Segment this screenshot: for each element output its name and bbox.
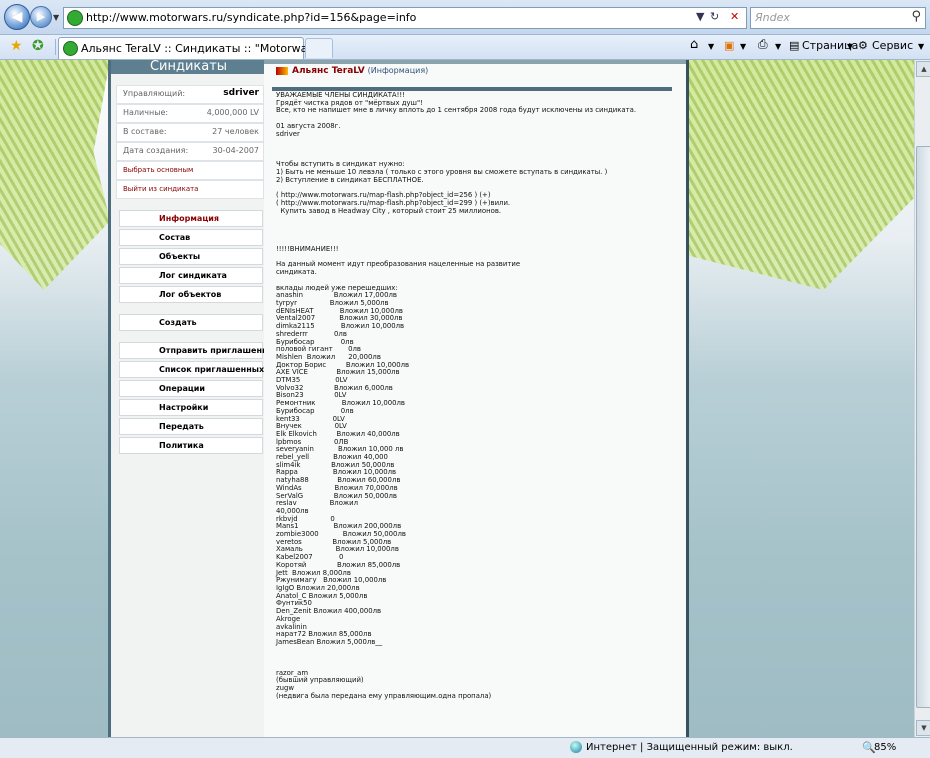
info-row-manager: Управляющий: sdriver [116, 85, 264, 104]
print-dropdown-icon[interactable]: ▼ [775, 42, 781, 51]
sidebar-title: Синдикаты [111, 60, 266, 74]
internet-zone-icon [570, 741, 582, 753]
search-icon[interactable]: ⚲ [911, 9, 921, 24]
info-key: Наличные: [123, 108, 169, 117]
set-main-link[interactable]: Выбрать основным [116, 161, 264, 180]
tools-menu[interactable]: Сервис [872, 39, 913, 52]
home-icon[interactable]: ⌂ [690, 37, 698, 52]
info-key: В составе: [123, 127, 167, 136]
menu-settings[interactable]: Настройки [119, 399, 263, 416]
menu-create[interactable]: Создать [119, 314, 263, 331]
vertical-scrollbar[interactable]: ▲ ▼ [914, 60, 930, 737]
link-label[interactable]: Выбрать основным [123, 166, 193, 174]
address-url[interactable]: http://www.motorwars.ru/syndicate.php?id… [86, 11, 416, 24]
content-top-strip [264, 60, 688, 64]
scroll-down-arrow-icon[interactable]: ▼ [916, 720, 930, 736]
browser-toolbar: ◀ ▶ ▼ http://www.motorwars.ru/syndicate.… [0, 0, 930, 35]
leave-syndicate-link[interactable]: Выйти из синдиката [116, 180, 264, 199]
link-label[interactable]: Выйти из синдиката [123, 185, 198, 193]
content-title: Альянс TeraLV [292, 66, 365, 76]
stop-icon[interactable]: ✕ [730, 10, 739, 23]
menu-operations[interactable]: Операции [119, 380, 263, 397]
grass-decoration-left [0, 60, 110, 290]
print-icon[interactable]: ⎙ [758, 37, 768, 52]
site-favicon-icon [67, 10, 83, 26]
status-bar: Интернет | Защищенный режим: выкл. 🔍 85% [0, 737, 930, 758]
info-key: Управляющий: [123, 89, 186, 98]
tab-active[interactable]: Альянс TeraLV :: Синдикаты :: "Motorwars… [58, 37, 323, 59]
page-icon: ▤ [789, 39, 800, 52]
tab-bar: ★ ✪ Альянс TeraLV :: Синдикаты :: "Motor… [0, 35, 930, 60]
info-row-cash: Наличные: 4,000,000 LV [116, 104, 264, 123]
menu-objects[interactable]: Объекты [119, 248, 263, 265]
menu-send-invite[interactable]: Отправить приглашение [119, 342, 273, 359]
info-key: Дата создания: [123, 146, 189, 155]
forward-button[interactable]: ▶ [30, 6, 52, 28]
new-tab-button[interactable] [305, 38, 333, 58]
address-bar[interactable]: http://www.motorwars.ru/syndicate.php?id… [63, 7, 747, 29]
security-zone-text: Интернет | Защищенный режим: выкл. [586, 742, 793, 753]
info-value: sdriver [223, 88, 259, 98]
info-value: 4,000,000 LV [206, 108, 259, 117]
arrow-left-icon: ◀ [11, 9, 23, 25]
page-viewport: Синдикаты Управляющий: sdriver Наличные:… [0, 60, 914, 737]
search-box[interactable]: Яndex ⚲ [750, 7, 926, 29]
home-dropdown-icon[interactable]: ▼ [708, 42, 714, 51]
menu-politics[interactable]: Политика [119, 437, 263, 454]
address-dropdown-icon[interactable]: ▼ [696, 10, 704, 23]
scroll-up-arrow-icon[interactable]: ▲ [916, 61, 930, 77]
feeds-dropdown-icon[interactable]: ▼ [740, 42, 746, 51]
zoom-level[interactable]: 85% [874, 742, 896, 753]
info-value: 27 человек [212, 127, 259, 136]
tab-title: Альянс TeraLV :: Синдикаты :: "Motorwars… [81, 42, 323, 55]
back-button[interactable]: ◀ [4, 4, 30, 30]
history-dropdown-icon[interactable]: ▼ [53, 13, 59, 22]
tab-favicon-icon [63, 41, 78, 56]
content-header: Альянс TeraLV (Информация) [276, 66, 428, 76]
content-subtitle: (Информация) [367, 66, 429, 75]
alliance-flag-icon [276, 66, 288, 75]
menu-syndicate-log[interactable]: Лог синдиката [119, 267, 263, 284]
favorites-star-icon[interactable]: ★ [10, 38, 23, 54]
info-value: 30-04-2007 [212, 146, 260, 155]
scrollbar-thumb[interactable] [916, 146, 930, 708]
info-row-members: В составе: 27 человек [116, 123, 264, 142]
page-menu-dropdown-icon[interactable]: ▼ [847, 42, 853, 51]
menu-objects-log[interactable]: Лог объектов [119, 286, 263, 303]
tools-gear-icon: ⚙ [858, 39, 868, 52]
menu-info[interactable]: Информация [119, 210, 263, 227]
tab-separator [55, 39, 56, 55]
feeds-icon[interactable]: ▣ [724, 39, 734, 52]
menu-members[interactable]: Состав [119, 229, 263, 246]
menu-invite-list[interactable]: Список приглашенных [119, 361, 264, 378]
info-row-created: Дата создания: 30-04-2007 [116, 142, 264, 161]
arrow-right-icon: ▶ [36, 10, 46, 23]
menu-transfer[interactable]: Передать [119, 418, 263, 435]
content-panel: Альянс TeraLV (Информация) УВАЖАЕМЫЕ ЧЛЕ… [264, 60, 688, 737]
tools-menu-dropdown-icon[interactable]: ▼ [918, 42, 924, 51]
syndicate-sidebar: Синдикаты Управляющий: sdriver Наличные:… [108, 60, 273, 737]
syndicate-description: УВАЖАЕМЫЕ ЧЛЕНЫ СИНДИКАТА!!! Грядёт чист… [276, 91, 637, 700]
grass-decoration-right [688, 60, 914, 290]
search-placeholder: Яndex [755, 11, 790, 24]
add-favorites-icon[interactable]: ✪ [32, 38, 44, 54]
content-right-border [686, 60, 689, 737]
refresh-icon[interactable]: ↻ [710, 10, 719, 23]
